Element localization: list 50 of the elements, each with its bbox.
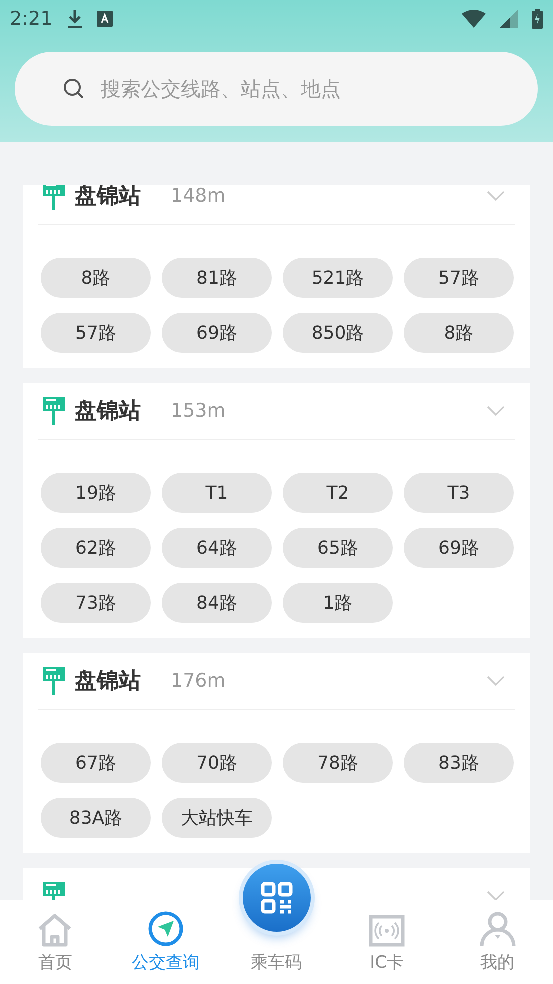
wifi-icon [462, 10, 486, 28]
qr-code-icon [260, 882, 292, 914]
route-chip[interactable]: 62路 [41, 528, 151, 568]
person-icon [478, 911, 517, 947]
bus-stop-icon [43, 397, 65, 425]
route-chip[interactable]: T3 [404, 473, 514, 513]
route-chip[interactable]: 78路 [283, 743, 393, 783]
route-chip[interactable]: 70路 [162, 743, 272, 783]
station-name: 盘锦站 [75, 398, 141, 426]
route-chip[interactable]: 64路 [162, 528, 272, 568]
chevron-down-icon[interactable] [487, 406, 505, 416]
route-chip[interactable]: 57路 [404, 258, 514, 298]
status-time: 2:21 [10, 8, 53, 30]
route-chip[interactable]: 8路 [41, 258, 151, 298]
keyboard-icon [96, 11, 113, 27]
route-chip[interactable]: 84路 [162, 583, 272, 623]
download-icon [66, 9, 83, 29]
route-chip[interactable]: 83路 [404, 743, 514, 783]
station-distance: 153m [171, 400, 226, 422]
route-chip[interactable]: 65路 [283, 528, 393, 568]
route-chip[interactable]: 67路 [41, 743, 151, 783]
chevron-down-icon[interactable] [487, 191, 505, 201]
home-icon [37, 913, 74, 947]
route-chip[interactable]: 73路 [41, 583, 151, 623]
route-chip[interactable]: 8路 [404, 313, 514, 353]
battery-icon [532, 9, 543, 29]
chevron-down-icon[interactable] [487, 676, 505, 686]
route-chip[interactable]: T1 [162, 473, 272, 513]
route-chip[interactable]: 大站快车 [162, 798, 272, 838]
route-chip[interactable]: 69路 [162, 313, 272, 353]
station-distance: 148m [171, 185, 226, 207]
bus-stop-icon [43, 667, 65, 695]
search-field[interactable]: 搜索公交线路、站点、地点 [15, 52, 538, 126]
station-distance: 176m [171, 670, 226, 692]
route-chip[interactable]: 81路 [162, 258, 272, 298]
route-chip[interactable]: 57路 [41, 313, 151, 353]
route-chip[interactable]: 521路 [283, 258, 393, 298]
station-name: 盘锦站 [75, 668, 141, 696]
nfc-card-icon [369, 915, 406, 947]
qr-code-button[interactable] [242, 864, 310, 932]
route-chip[interactable]: 1路 [283, 583, 393, 623]
send-icon [148, 911, 184, 947]
route-chip[interactable]: 69路 [404, 528, 514, 568]
signal-icon [500, 10, 518, 28]
route-chip[interactable]: 850路 [283, 313, 393, 353]
route-chip[interactable]: 83A路 [41, 798, 151, 838]
chevron-down-icon[interactable] [487, 891, 505, 900]
route-chip[interactable]: 19路 [41, 473, 151, 513]
search-icon [63, 78, 85, 100]
route-chip[interactable]: T2 [283, 473, 393, 513]
